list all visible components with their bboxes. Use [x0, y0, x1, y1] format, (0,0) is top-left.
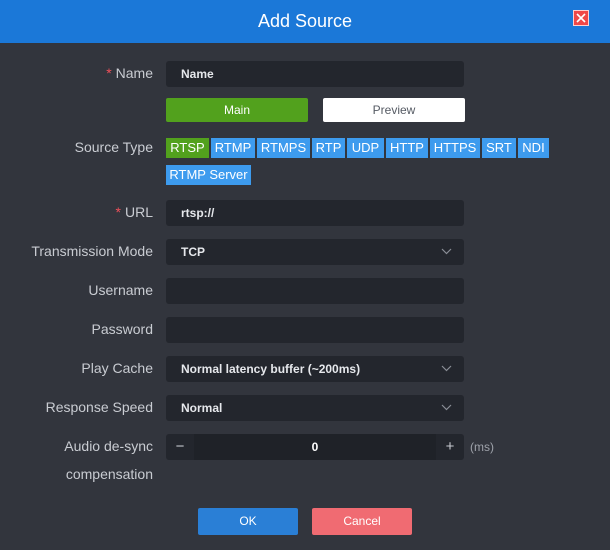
url-label: * URL [115, 204, 153, 220]
username-input[interactable] [166, 278, 464, 304]
source-type-label: Source Type [74, 139, 153, 155]
transmission-mode-label: Transmission Mode [31, 243, 153, 259]
url-input[interactable]: rtsp:// [166, 200, 464, 226]
password-input[interactable] [166, 317, 464, 343]
source-type-http[interactable]: HTTP [386, 138, 428, 158]
decrement-button[interactable]: − [166, 434, 194, 460]
source-type-rtmp[interactable]: RTMP [211, 138, 255, 158]
ok-button[interactable]: OK [198, 508, 298, 535]
source-type-rtsp[interactable]: RTSP [166, 138, 209, 158]
source-type-ndi[interactable]: NDI [518, 138, 549, 158]
chevron-down-icon [441, 248, 452, 255]
source-type-udp[interactable]: UDP [347, 138, 384, 158]
required-mark: * [106, 65, 112, 81]
required-mark: * [115, 204, 121, 220]
source-type-rtp[interactable]: RTP [312, 138, 345, 158]
audio-desync-input[interactable]: 0 [194, 434, 436, 460]
transmission-mode-select[interactable]: TCP [166, 239, 464, 265]
preview-stream-tab[interactable]: Preview [323, 98, 465, 122]
chevron-down-icon [441, 404, 452, 411]
play-cache-select[interactable]: Normal latency buffer (~200ms) [166, 356, 464, 382]
cancel-button[interactable]: Cancel [312, 508, 412, 535]
source-type-srt[interactable]: SRT [482, 138, 516, 158]
audio-desync-label-line1: Audio de-sync [64, 438, 153, 454]
close-button[interactable] [573, 10, 589, 26]
play-cache-value: Normal latency buffer (~200ms) [181, 362, 361, 376]
close-icon [576, 13, 586, 23]
name-input[interactable]: Name [166, 61, 464, 87]
dialog-title: Add Source [257, 11, 353, 31]
password-label: Password [91, 321, 153, 337]
play-cache-label: Play Cache [81, 360, 153, 376]
response-speed-label: Response Speed [45, 399, 153, 415]
response-speed-value: Normal [181, 401, 223, 415]
main-stream-tab[interactable]: Main [166, 98, 308, 122]
chevron-down-icon [441, 365, 452, 372]
audio-desync-label-line2: compensation [65, 466, 153, 482]
source-type-rtmp-server[interactable]: RTMP Server [166, 165, 251, 185]
source-type-https[interactable]: HTTPS [430, 138, 480, 158]
name-label: * Name [106, 65, 153, 81]
audio-desync-stepper: − 0 + [166, 434, 464, 460]
audio-desync-unit: (ms) [470, 440, 494, 454]
response-speed-select[interactable]: Normal [166, 395, 464, 421]
add-source-dialog: Add Source * Name Name Main Preview Sourc… [0, 0, 610, 550]
transmission-mode-value: TCP [181, 245, 205, 259]
source-type-rtmps[interactable]: RTMPS [257, 138, 310, 158]
increment-button[interactable]: + [436, 434, 464, 460]
username-label: Username [88, 282, 153, 298]
